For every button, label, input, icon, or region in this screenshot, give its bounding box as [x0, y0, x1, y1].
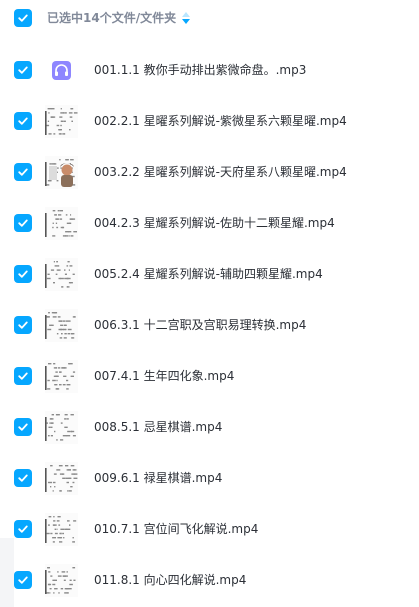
file-selection-panel: 已选中14个文件/文件夹 001.1.1 教你手动排出紫微命盘。.mp3 002.…	[0, 0, 419, 607]
checkmark-icon	[18, 423, 28, 431]
checkmark-icon	[18, 525, 28, 533]
file-row[interactable]: 005.2.4 星耀系列解说-辅助四颗星耀.mp4	[0, 249, 419, 300]
checkmark-icon	[18, 270, 28, 278]
checkmark-icon	[18, 14, 28, 22]
selection-header: 已选中14个文件/文件夹	[0, 0, 419, 38]
file-checkbox[interactable]	[14, 469, 32, 487]
video-thumbnail	[45, 360, 78, 393]
checkmark-icon	[18, 168, 28, 176]
file-checkbox[interactable]	[14, 418, 32, 436]
video-thumbnail	[45, 105, 78, 138]
video-thumbnail	[45, 207, 78, 240]
file-row[interactable]: 002.2.1 星曜系列解说-紫微星系六颗星曜.mp4	[0, 96, 419, 147]
file-checkbox[interactable]	[14, 214, 32, 232]
file-checkbox[interactable]	[14, 163, 32, 181]
checkmark-icon	[18, 372, 28, 380]
file-row[interactable]: 001.1.1 教你手动排出紫微命盘。.mp3	[0, 45, 419, 96]
video-thumbnail	[45, 411, 78, 444]
file-row[interactable]: 007.4.1 生年四化象.mp4	[0, 351, 419, 402]
file-row[interactable]: 004.2.3 星耀系列解说-佐助十二颗星耀.mp4	[0, 198, 419, 249]
video-thumbnail	[45, 513, 78, 546]
file-name: 009.6.1 禄星棋谱.mp4	[94, 471, 223, 485]
file-row[interactable]: 010.7.1 宫位间飞化解说.mp4	[0, 504, 419, 555]
side-tab	[0, 538, 14, 607]
video-thumbnail	[45, 156, 78, 189]
video-thumbnail	[45, 564, 78, 597]
file-list: 001.1.1 教你手动排出紫微命盘。.mp3 002.2.1 星曜系列解说-紫微…	[0, 45, 419, 606]
file-name: 003.2.2 星曜系列解说-天府星系八颗星曜.mp4	[94, 165, 347, 179]
file-row[interactable]: 011.8.1 向心四化解说.mp4	[0, 555, 419, 606]
checkmark-icon	[18, 219, 28, 227]
file-name: 008.5.1 忌星棋谱.mp4	[94, 420, 223, 434]
file-checkbox[interactable]	[14, 265, 32, 283]
file-checkbox[interactable]	[14, 61, 32, 79]
file-checkbox[interactable]	[14, 571, 32, 589]
file-checkbox[interactable]	[14, 112, 32, 130]
file-name: 001.1.1 教你手动排出紫微命盘。.mp3	[94, 63, 307, 77]
file-checkbox[interactable]	[14, 520, 32, 538]
file-name: 010.7.1 宫位间飞化解说.mp4	[94, 522, 259, 536]
file-row[interactable]: 008.5.1 忌星棋谱.mp4	[0, 402, 419, 453]
selection-count-text: 已选中14个文件/文件夹	[47, 11, 177, 25]
headphones-icon	[52, 61, 71, 80]
file-checkbox[interactable]	[14, 316, 32, 334]
video-thumbnail	[45, 258, 78, 291]
select-all-checkbox[interactable]	[14, 9, 32, 27]
checkmark-icon	[18, 321, 28, 329]
file-row[interactable]: 006.3.1 十二宫职及宫职易理转换.mp4	[0, 300, 419, 351]
file-name: 011.8.1 向心四化解说.mp4	[94, 573, 247, 587]
sort-arrows-icon[interactable]	[181, 11, 191, 25]
checkmark-icon	[18, 576, 28, 584]
checkmark-icon	[18, 474, 28, 482]
checkmark-icon	[18, 117, 28, 125]
file-checkbox[interactable]	[14, 367, 32, 385]
file-name: 005.2.4 星耀系列解说-辅助四颗星耀.mp4	[94, 267, 323, 281]
checkmark-icon	[18, 66, 28, 74]
file-name: 002.2.1 星曜系列解说-紫微星系六颗星曜.mp4	[94, 114, 347, 128]
file-name: 007.4.1 生年四化象.mp4	[94, 369, 235, 383]
file-row[interactable]: 009.6.1 禄星棋谱.mp4	[0, 453, 419, 504]
file-name: 006.3.1 十二宫职及宫职易理转换.mp4	[94, 318, 307, 332]
file-row[interactable]: 003.2.2 星曜系列解说-天府星系八颗星曜.mp4	[0, 147, 419, 198]
video-thumbnail	[45, 462, 78, 495]
video-thumbnail	[45, 309, 78, 342]
file-name: 004.2.3 星耀系列解说-佐助十二颗星耀.mp4	[94, 216, 335, 230]
